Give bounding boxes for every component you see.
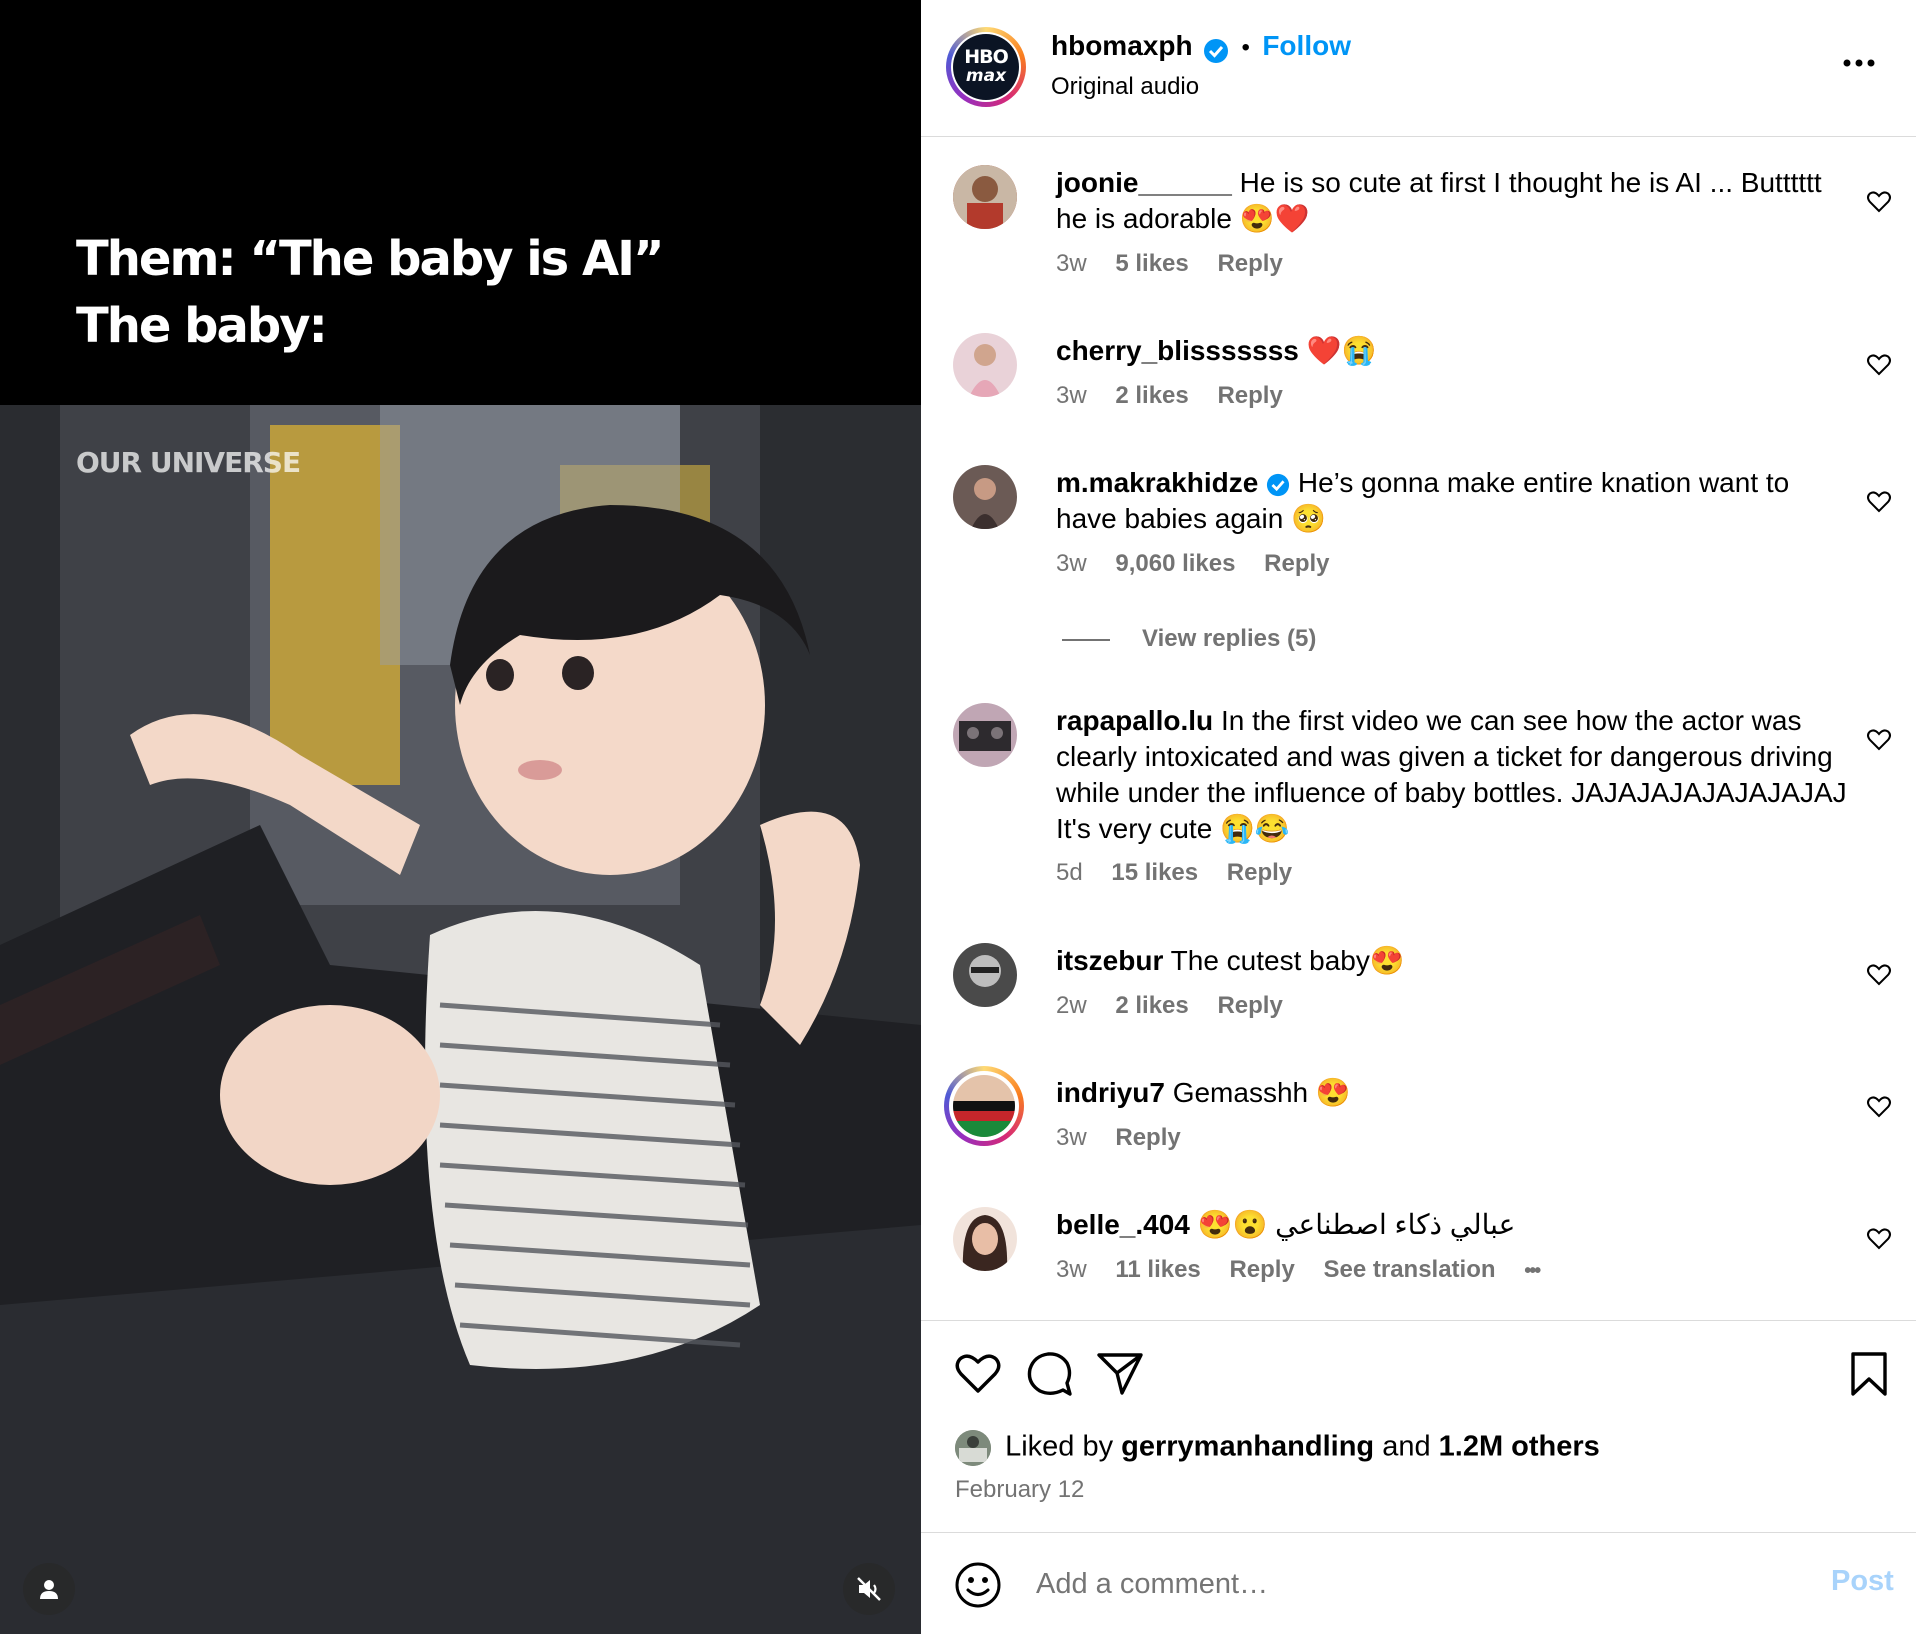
bookmark-icon[interactable] [1849,1351,1889,1397]
watermark: OUR UNIVERSE [76,446,301,479]
media-panel[interactable]: Them: “The baby is AI” The baby: OUR UNI… [0,0,921,1634]
liker-avatar[interactable] [955,1430,991,1466]
commenter-avatar[interactable] [953,333,1017,397]
heart-icon[interactable] [1866,727,1892,753]
commenter-username[interactable]: cherry_blisssssss [1056,335,1299,366]
header-title-row: hbomaxph • Follow [1051,30,1351,64]
comment-meta: 2w 2 likes Reply [1056,992,1283,1019]
comment-input[interactable] [1034,1567,1738,1602]
heart-icon[interactable] [1866,1094,1892,1120]
verified-badge-icon [1267,473,1290,496]
commenter-username[interactable]: belle_.404 [1056,1209,1190,1240]
add-comment-bar: Post [921,1532,1916,1635]
comment-meta: 3w 2 likes Reply [1056,382,1283,409]
separator-dot: • [1241,34,1250,61]
comment-bubble-icon[interactable] [1026,1351,1074,1397]
commenter-username[interactable]: m.makrakhidze [1056,467,1258,498]
likes-count[interactable]: 1.2M others [1439,1431,1600,1463]
comment-text: indriyu7 Gemasshh 😍 [1056,1077,1351,1108]
comment-text: rapapallo.lu In the first video we can s… [1056,705,1847,844]
comment-meta: 3w 11 likes Reply See translation ••• [1056,1256,1541,1283]
post-author-username[interactable]: hbomaxph [1051,30,1193,61]
heart-icon[interactable] [954,1351,1002,1395]
commenter-avatar[interactable] [953,703,1017,767]
reply-button[interactable]: Reply [1115,1124,1180,1151]
heart-icon[interactable] [1866,189,1892,215]
comment-meta: 3w Reply [1056,1124,1181,1151]
commenter-avatar[interactable] [953,943,1017,1007]
speaker-muted-icon [857,1577,881,1601]
heart-icon[interactable] [1866,352,1892,378]
story-ring[interactable] [944,1066,1024,1146]
post-header: HBO max hbomaxph • Follow Original audio [921,0,1916,137]
comment-meta: 5d 15 likes Reply [1056,859,1293,886]
verified-badge-icon [1204,38,1229,63]
heart-icon[interactable] [1866,962,1892,988]
commenter-avatar[interactable] [953,1207,1017,1271]
liker-username[interactable]: gerrymanhandling [1121,1431,1374,1463]
story-ring[interactable]: HBO max [946,27,1026,107]
see-translation-button[interactable]: See translation [1323,1256,1495,1283]
comment-meta: 3w 9,060 likes Reply [1056,550,1330,577]
hbomax-avatar[interactable]: HBO max [953,34,1019,100]
tagged-user-button[interactable] [23,1563,75,1615]
person-icon [40,1580,58,1599]
comment-text: belle_.404 😍😮 عبالي ذكاء اصطناعي [1056,1209,1516,1240]
commenter-username[interactable]: indriyu7 [1056,1077,1165,1108]
post-button[interactable]: Post [1831,1565,1894,1598]
comment-text: m.makrakhidze He’s gonna make entire kna… [1056,467,1790,534]
comment-more-button[interactable]: ••• [1524,1260,1541,1282]
reply-button[interactable]: Reply [1227,859,1292,886]
commenter-avatar[interactable] [953,465,1017,529]
mute-button[interactable] [843,1563,895,1615]
replies-line [1062,638,1110,641]
video-frame[interactable] [0,405,921,1634]
audio-label[interactable]: Original audio [1051,73,1199,101]
commenter-avatar[interactable] [953,1075,1015,1137]
meme-caption: Them: “The baby is AI” The baby: [76,231,665,354]
view-replies-button[interactable]: View replies (5) [1062,625,1316,653]
video-still [0,405,921,1634]
reply-button[interactable]: Reply [1264,550,1329,577]
post-date[interactable]: February 12 [955,1476,1084,1504]
paper-plane-icon[interactable] [1096,1351,1144,1397]
reply-button[interactable]: Reply [1217,992,1282,1019]
reply-button[interactable]: Reply [1229,1256,1294,1283]
smiley-icon[interactable] [954,1561,1002,1609]
more-horizontal-icon[interactable] [1841,56,1877,70]
commenter-username[interactable]: joonie______ [1056,167,1232,198]
liked-by-row: Liked by gerrymanhandling and 1.2M other… [955,1430,1600,1466]
post-viewer: Them: “The baby is AI” The baby: OUR UNI… [0,0,1916,1634]
heart-icon[interactable] [1866,1226,1892,1252]
comment-text: cherry_blisssssss ❤️😭 [1056,335,1377,366]
commenter-avatar[interactable] [953,165,1017,229]
commenter-username[interactable]: rapapallo.lu [1056,705,1213,736]
commenter-username[interactable]: itszebur [1056,945,1163,976]
comments-list[interactable]: joonie______ He is so cute at first I th… [921,137,1916,1320]
reply-button[interactable]: Reply [1217,250,1282,277]
follow-button[interactable]: Follow [1262,30,1351,61]
details-panel: HBO max hbomaxph • Follow Original audio [921,0,1916,1634]
comment-text: joonie______ He is so cute at first I th… [1056,167,1822,234]
comment-meta: 3w 5 likes Reply [1056,250,1283,277]
comment-text: itszebur The cutest baby😍 [1056,945,1405,976]
reply-button[interactable]: Reply [1217,382,1282,409]
heart-icon[interactable] [1866,489,1892,515]
